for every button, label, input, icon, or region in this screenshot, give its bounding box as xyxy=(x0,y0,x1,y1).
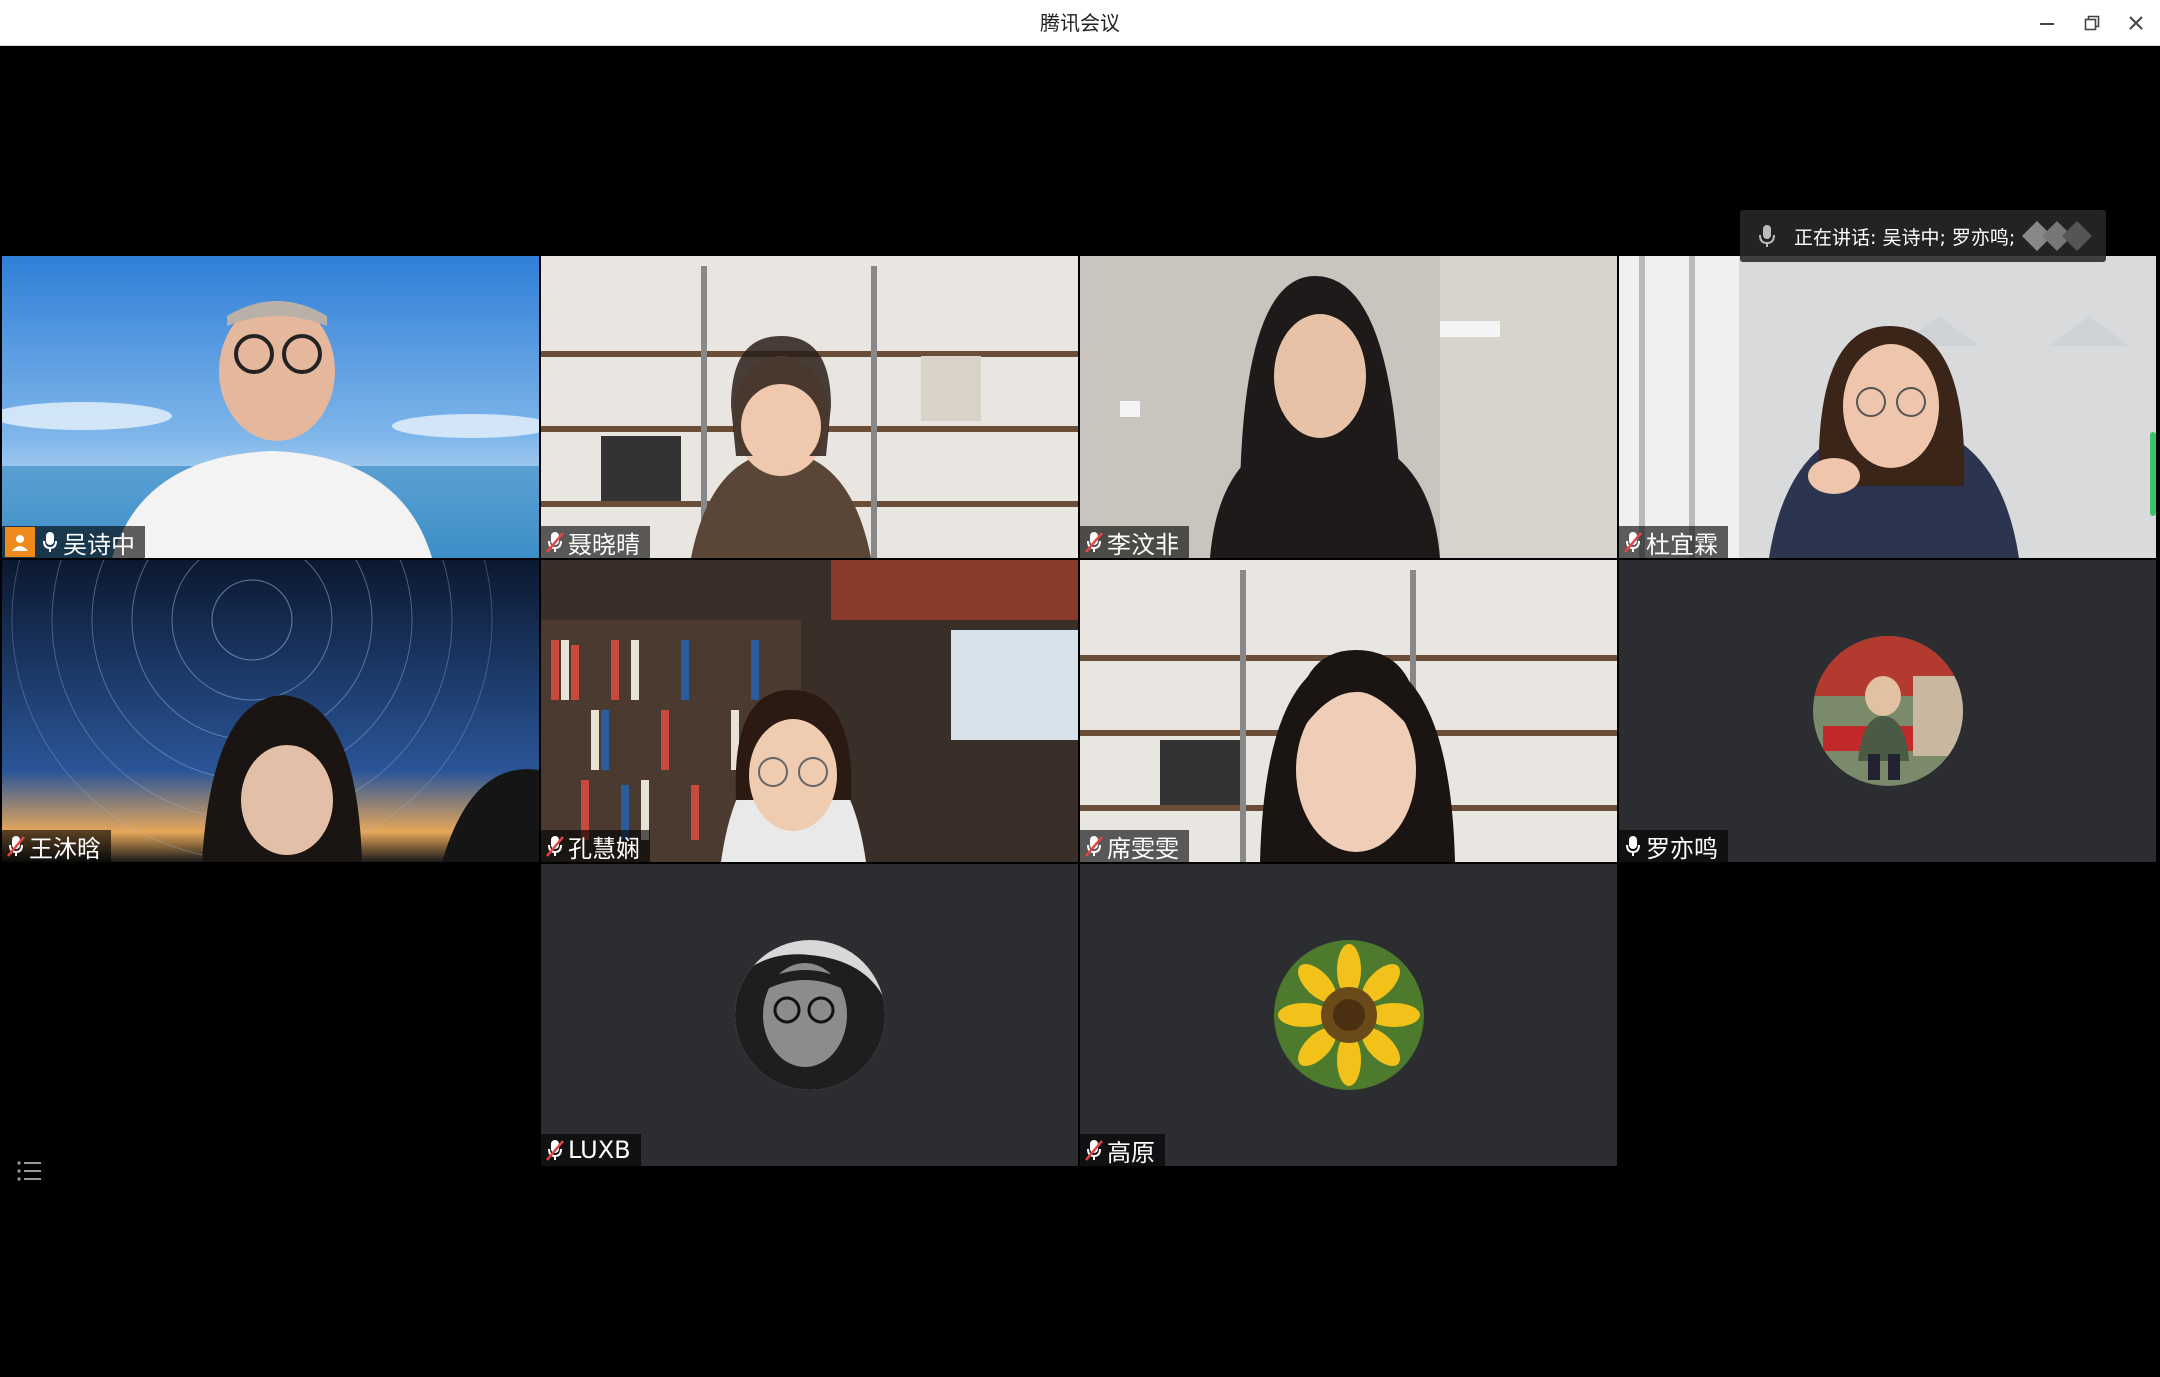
mic-muted-icon xyxy=(1083,1136,1105,1164)
avatar xyxy=(1273,940,1424,1090)
participant-video xyxy=(1080,560,1617,862)
nameplate: 高原 xyxy=(1080,1134,1165,1166)
mic-muted-icon xyxy=(544,832,566,860)
nameplate: 聂晓晴 xyxy=(541,526,650,558)
mic-muted-icon xyxy=(1083,832,1105,860)
mic-muted-icon xyxy=(544,1136,566,1164)
title-bar: 腾讯会议 xyxy=(0,0,2160,46)
video-tile-participant-7[interactable]: 席雯雯 xyxy=(1080,560,1617,862)
mic-on-icon xyxy=(39,528,61,556)
participant-name: 席雯雯 xyxy=(1107,834,1179,863)
avatar xyxy=(734,940,885,1090)
mic-muted-icon xyxy=(1622,528,1644,556)
speaking-label: 正在讲话: 吴诗中; 罗亦鸣; xyxy=(1794,226,2016,249)
video-tile-participant-4[interactable]: 杜宜霖 xyxy=(1619,256,2156,558)
participant-video xyxy=(1619,256,2156,558)
minimize-icon[interactable] xyxy=(2025,0,2069,46)
participant-video xyxy=(541,560,1078,862)
video-tile-participant-10[interactable]: 高原 xyxy=(1080,864,1617,1166)
participant-video xyxy=(2,560,539,862)
nameplate: 孔慧娴 xyxy=(541,830,650,862)
restore-icon[interactable] xyxy=(2070,0,2114,46)
nameplate: LUXB xyxy=(541,1134,641,1166)
participant-video xyxy=(1080,256,1617,558)
nameplate: 杜宜霖 xyxy=(1619,526,1728,558)
participant-name: 李汶非 xyxy=(1107,530,1179,559)
participant-name: 聂晓晴 xyxy=(568,530,640,559)
window-title: 腾讯会议 xyxy=(1040,11,1120,35)
speaker-avatars-icon xyxy=(2022,221,2092,251)
participant-list-icon[interactable] xyxy=(12,1156,46,1186)
mic-muted-icon xyxy=(5,832,27,860)
avatar xyxy=(1812,636,1963,786)
video-tile-participant-1[interactable]: 吴诗中 xyxy=(2,256,539,558)
video-tile-participant-2[interactable]: 聂晓晴 xyxy=(541,256,1078,558)
video-tile-participant-5[interactable]: 王沐晗 xyxy=(2,560,539,862)
nameplate: 席雯雯 xyxy=(1080,830,1189,862)
video-tile-participant-9[interactable]: LUXB xyxy=(541,864,1078,1166)
participant-name: 孔慧娴 xyxy=(568,834,640,863)
mic-muted-icon xyxy=(1083,528,1105,556)
participant-video xyxy=(2,256,539,558)
nameplate: 吴诗中 xyxy=(2,526,145,558)
close-icon[interactable] xyxy=(2114,0,2158,46)
mic-icon xyxy=(1740,224,1794,248)
mic-muted-icon xyxy=(544,528,566,556)
participant-video xyxy=(541,256,1078,558)
mic-on-icon xyxy=(1622,832,1644,860)
participant-name: 高原 xyxy=(1107,1138,1155,1167)
participant-name: LUXB xyxy=(568,1136,631,1164)
audio-level-bar xyxy=(2150,432,2156,516)
nameplate: 王沐晗 xyxy=(2,830,111,862)
video-tile-participant-3[interactable]: 李汶非 xyxy=(1080,256,1617,558)
participant-name: 吴诗中 xyxy=(63,530,135,559)
speaking-indicator: 正在讲话: 吴诗中; 罗亦鸣; xyxy=(1740,210,2106,262)
nameplate: 罗亦鸣 xyxy=(1619,830,1728,862)
video-tile-participant-8[interactable]: 罗亦鸣 xyxy=(1619,560,2156,862)
participant-name: 杜宜霖 xyxy=(1646,530,1718,559)
participant-name: 罗亦鸣 xyxy=(1646,834,1718,863)
video-tile-participant-6[interactable]: 孔慧娴 xyxy=(541,560,1078,862)
participant-name: 王沐晗 xyxy=(29,834,101,863)
nameplate: 李汶非 xyxy=(1080,526,1189,558)
host-badge-icon xyxy=(5,527,35,557)
